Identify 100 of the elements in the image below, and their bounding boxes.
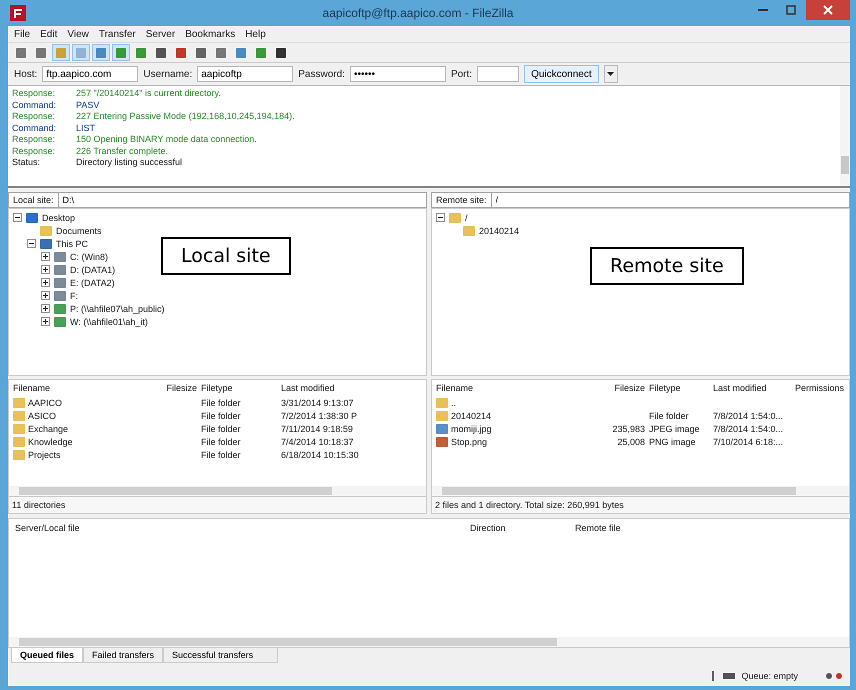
annotation-label: Local site xyxy=(161,237,291,275)
menu-item[interactable]: View xyxy=(67,28,89,40)
file-name[interactable]: AAPICO xyxy=(28,398,62,408)
window-title: aapicoftp@ftp.aapico.com - FileZilla xyxy=(322,6,514,20)
tree-item[interactable]: C: (Win8) xyxy=(70,252,108,262)
tree-item[interactable]: Desktop xyxy=(42,212,76,222)
status-lights-icon xyxy=(826,673,842,679)
tab[interactable]: Queued files xyxy=(11,648,84,663)
menu-item[interactable]: File xyxy=(14,28,30,40)
local-path-field[interactable]: D:\ xyxy=(58,192,427,208)
tree-item[interactable]: P: (\\ahfile07\ah_public) xyxy=(70,304,165,314)
column-header[interactable]: Last modified xyxy=(713,383,791,393)
file-name[interactable]: Knowledge xyxy=(28,436,73,446)
menu-item[interactable]: Server xyxy=(146,28,176,40)
username-label: Username: xyxy=(143,68,192,80)
menu-item[interactable]: Edit xyxy=(40,28,58,40)
file-type: File folder xyxy=(201,450,241,460)
expander-icon[interactable] xyxy=(41,265,50,274)
column-header[interactable]: Remote file xyxy=(575,523,849,533)
close-button[interactable] xyxy=(806,0,850,20)
expander-icon[interactable] xyxy=(27,239,36,248)
password-label: Password: xyxy=(298,68,345,80)
file-type: File folder xyxy=(201,436,241,446)
tree-node-icon xyxy=(39,224,53,236)
tab[interactable]: Failed transfers xyxy=(83,648,164,663)
expander-icon[interactable] xyxy=(13,213,22,222)
scrollbar[interactable] xyxy=(9,637,849,647)
file-name[interactable]: .. xyxy=(451,398,456,408)
column-header[interactable]: Server/Local file xyxy=(15,523,470,533)
file-type-icon xyxy=(436,397,448,408)
file-type: File folder xyxy=(201,424,241,434)
menu-item[interactable]: Bookmarks xyxy=(185,28,236,40)
file-date: 6/18/2014 10:15:30 xyxy=(281,450,359,460)
minimize-icon xyxy=(758,9,768,11)
expander-icon[interactable] xyxy=(436,213,445,222)
quickconnect-button[interactable]: Quickconnect xyxy=(524,65,599,83)
column-header[interactable]: Filesize xyxy=(157,383,197,393)
tree-node-icon xyxy=(53,264,67,276)
tree-item[interactable]: / xyxy=(465,212,468,222)
column-header[interactable]: Filesize xyxy=(570,383,645,393)
dropdown-button[interactable] xyxy=(604,65,618,83)
remote-path-field[interactable]: / xyxy=(492,192,850,208)
file-name[interactable]: Exchange xyxy=(28,424,68,434)
file-name[interactable]: ASICO xyxy=(28,410,56,420)
app-icon xyxy=(10,5,26,21)
column-header[interactable]: Filetype xyxy=(201,383,277,393)
expander-icon[interactable] xyxy=(41,278,50,287)
tree-item[interactable]: W: (\\ahfile01\ah_it) xyxy=(70,316,148,326)
column-header[interactable]: Filename xyxy=(13,383,153,393)
log-message: 150 Opening BINARY mode data connection. xyxy=(76,134,257,146)
queue-status: Queue: empty xyxy=(741,671,798,681)
log-label: Response: xyxy=(12,88,56,100)
status-text: 2 files and 1 directory. Total size: 260,991 bytes xyxy=(431,497,850,514)
annotation-label: Remote site xyxy=(590,247,744,285)
tree-item[interactable]: D: (DATA1) xyxy=(70,264,116,274)
menu-item[interactable]: Help xyxy=(245,28,266,40)
scrollbar[interactable] xyxy=(432,486,849,496)
file-type-icon xyxy=(13,410,25,421)
column-header[interactable]: Permissions xyxy=(795,383,845,393)
column-header[interactable]: Filetype xyxy=(649,383,709,393)
column-header[interactable]: Last modified xyxy=(281,383,422,393)
tree-item[interactable]: 20140214 xyxy=(479,226,520,236)
file-name[interactable]: momiji.jpg xyxy=(451,424,492,434)
tree-node-icon xyxy=(53,250,67,262)
port-field[interactable] xyxy=(477,66,520,82)
menu-item[interactable]: Transfer xyxy=(98,28,136,40)
close-icon xyxy=(823,5,833,15)
file-type: JPEG image xyxy=(649,424,700,434)
scrollbar[interactable] xyxy=(840,86,850,186)
expander-icon[interactable] xyxy=(41,304,50,313)
column-header[interactable]: Direction xyxy=(470,523,575,533)
log-message: Directory listing successful xyxy=(76,157,182,168)
column-header[interactable]: Filename xyxy=(436,383,566,393)
tree-node-icon xyxy=(53,302,67,314)
expander-icon[interactable] xyxy=(41,317,50,326)
file-type-icon xyxy=(13,449,25,460)
host-field[interactable]: ftp.aapico.com xyxy=(42,66,138,82)
tree-item[interactable]: E: (DATA2) xyxy=(70,278,115,288)
expander-icon[interactable] xyxy=(41,252,50,261)
username-field[interactable]: aapicoftp xyxy=(197,66,294,82)
tree-item[interactable]: This PC xyxy=(56,238,88,248)
log-label: Command: xyxy=(12,122,58,134)
tab[interactable]: Successful transfers xyxy=(163,648,278,663)
file-name[interactable]: Stop.png xyxy=(451,436,488,446)
scrollbar[interactable] xyxy=(9,486,426,496)
file-name[interactable]: Projects xyxy=(28,450,61,460)
log-message: 257 "/20140214" is current directory. xyxy=(76,88,221,100)
file-type-icon xyxy=(13,423,25,434)
password-field[interactable]: •••••• xyxy=(350,66,446,82)
tree-item[interactable]: Documents xyxy=(56,226,102,236)
file-name[interactable]: 20140214 xyxy=(451,410,492,420)
file-date: 7/4/2014 10:18:37 xyxy=(281,436,354,446)
file-date: 7/2/2014 1:38:30 P xyxy=(281,410,358,420)
file-type-icon xyxy=(13,436,25,447)
file-size: 235,983 xyxy=(612,424,645,434)
log-message: LIST xyxy=(76,122,96,134)
file-size: 25,008 xyxy=(617,436,645,446)
tree-item[interactable]: F: xyxy=(70,290,78,300)
file-type: File folder xyxy=(649,410,689,420)
expander-icon[interactable] xyxy=(41,291,50,300)
